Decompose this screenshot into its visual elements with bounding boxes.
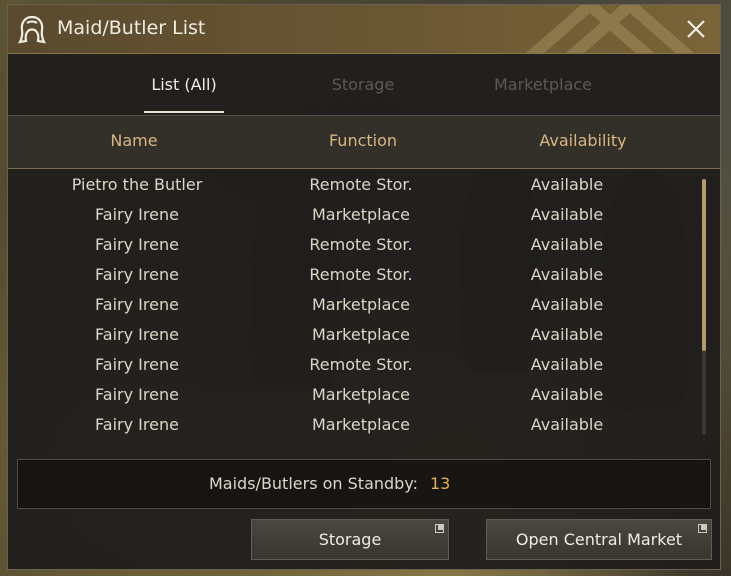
column-header-name[interactable]: Name <box>110 131 157 150</box>
maid-butler-list-window: Maid/Butler List List (All) Storage Mark… <box>7 4 721 570</box>
tab-storage[interactable]: Storage <box>318 75 408 94</box>
row-availability: Available <box>530 175 604 194</box>
table-row[interactable]: Fairy Irene Marketplace Available <box>8 290 720 320</box>
title-bar[interactable]: Maid/Butler List <box>8 5 720 54</box>
table-row[interactable]: Fairy Irene Marketplace Available <box>8 380 720 410</box>
maid-butler-list: Pietro the Butler Remote Stor. Available… <box>8 170 720 450</box>
row-name: Fairy Irene <box>95 295 179 314</box>
table-row[interactable]: Fairy Irene Marketplace Available <box>8 200 720 230</box>
table-row[interactable]: Fairy Irene Marketplace Available <box>8 320 720 350</box>
row-name: Fairy Irene <box>95 235 179 254</box>
row-availability: Available <box>530 265 604 284</box>
table-row[interactable]: Fairy Irene Marketplace Available <box>8 410 720 440</box>
table-row[interactable]: Fairy Irene Remote Stor. Available <box>8 230 720 260</box>
external-window-icon <box>698 524 707 533</box>
row-name: Fairy Irene <box>95 205 179 224</box>
tab-marketplace[interactable]: Marketplace <box>488 75 598 94</box>
column-header-function[interactable]: Function <box>329 131 397 150</box>
row-availability: Available <box>530 235 604 254</box>
storage-button[interactable]: Storage <box>251 519 449 560</box>
active-tab-indicator <box>144 111 224 113</box>
row-availability: Available <box>530 355 604 374</box>
column-header-availability[interactable]: Availability <box>539 131 626 150</box>
row-function: Remote Stor. <box>309 235 413 254</box>
row-name: Fairy Irene <box>95 385 179 404</box>
row-name: Fairy Irene <box>95 265 179 284</box>
storage-button-label: Storage <box>318 530 382 549</box>
row-function: Marketplace <box>311 415 411 434</box>
row-function: Remote Stor. <box>309 355 413 374</box>
row-name: Pietro the Butler <box>71 175 203 194</box>
row-availability: Available <box>530 295 604 314</box>
row-availability: Available <box>530 385 604 404</box>
list-scrollbar[interactable] <box>702 179 706 435</box>
open-central-market-button[interactable]: Open Central Market <box>486 519 712 560</box>
tab-list-all[interactable]: List (All) <box>145 75 223 94</box>
scrollbar-thumb[interactable] <box>702 179 706 351</box>
standby-count: 13 <box>430 474 451 493</box>
row-function: Marketplace <box>311 385 411 404</box>
table-row[interactable]: Pietro the Butler Remote Stor. Available <box>8 170 720 200</box>
row-function: Marketplace <box>311 325 411 344</box>
window-title: Maid/Butler List <box>57 17 206 39</box>
tab-bar: List (All) Storage Marketplace <box>8 59 720 115</box>
row-function: Remote Stor. <box>309 175 413 194</box>
row-name: Fairy Irene <box>95 415 179 434</box>
row-availability: Available <box>530 325 604 344</box>
table-row[interactable]: Fairy Irene Remote Stor. Available <box>8 260 720 290</box>
row-availability: Available <box>530 205 604 224</box>
table-row[interactable]: Fairy Irene Remote Stor. Available <box>8 350 720 380</box>
row-function: Remote Stor. <box>309 265 413 284</box>
standby-label: Maids/Butlers on Standby: <box>209 474 419 493</box>
maid-head-icon <box>18 15 46 44</box>
table-header: Name Function Availability <box>8 115 720 169</box>
external-window-icon <box>435 524 444 533</box>
row-name: Fairy Irene <box>95 355 179 374</box>
row-name: Fairy Irene <box>95 325 179 344</box>
row-function: Marketplace <box>311 295 411 314</box>
open-central-market-label: Open Central Market <box>515 530 683 549</box>
standby-panel: Maids/Butlers on Standby: 13 <box>17 459 711 509</box>
row-availability: Available <box>530 415 604 434</box>
row-function: Marketplace <box>311 205 411 224</box>
title-decoration <box>526 5 694 53</box>
close-icon[interactable] <box>684 17 708 41</box>
